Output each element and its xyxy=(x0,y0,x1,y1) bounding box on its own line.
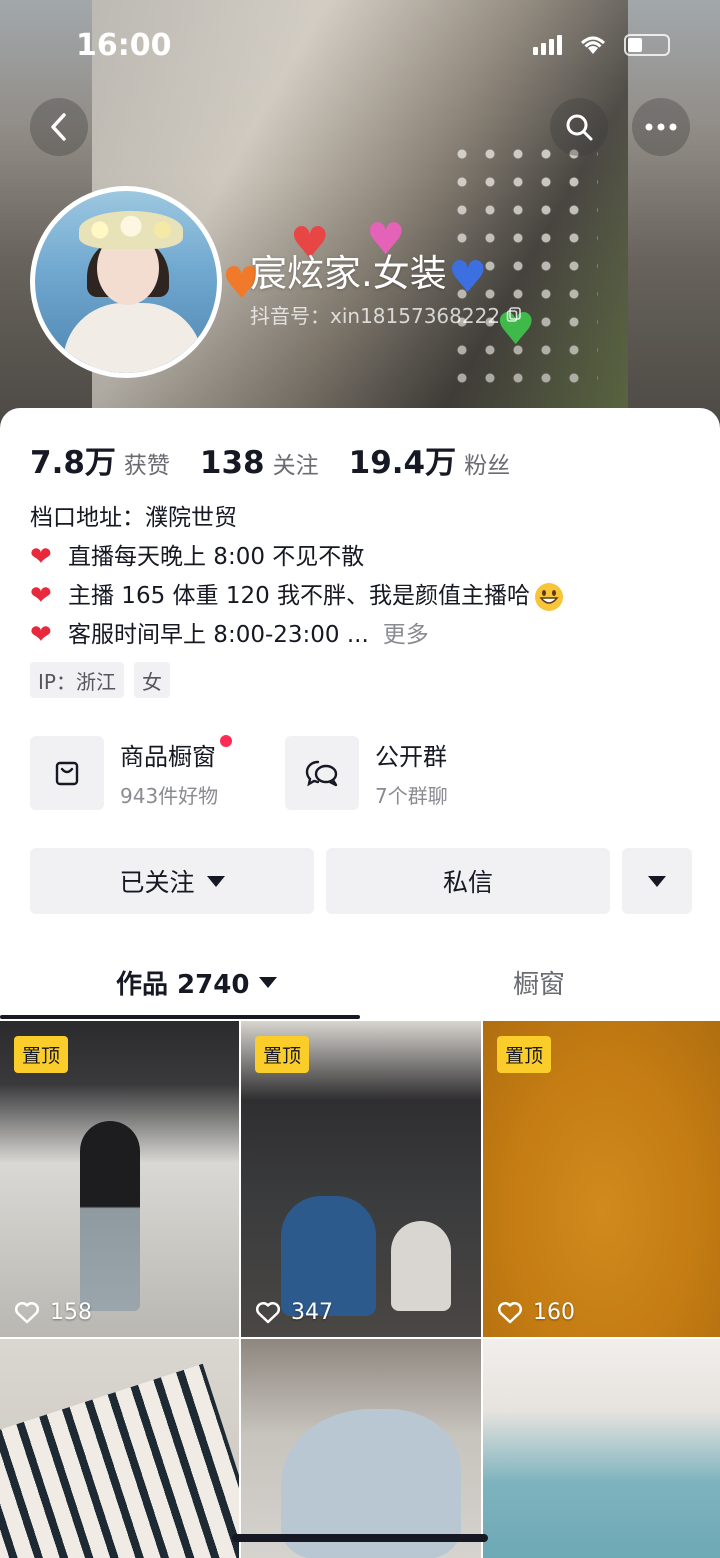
caret-down-icon xyxy=(259,977,278,988)
profile-tags: IP：浙江 女 xyxy=(30,662,170,698)
tab-works[interactable]: 作品 2740 xyxy=(116,964,278,1001)
public-group-entry[interactable]: 公开群 7个群聊 xyxy=(285,736,540,810)
tab-shop-window[interactable]: 橱窗 xyxy=(513,964,565,1001)
signal-icon xyxy=(533,35,562,55)
message-label: 私信 xyxy=(442,868,493,897)
pinned-badge: 置顶 xyxy=(14,1036,69,1073)
profile-name: 宸炫家.女装 xyxy=(250,252,447,295)
gender-tag: 女 xyxy=(133,662,170,698)
action-buttons: 已关注 私信 xyxy=(30,848,692,914)
content-tabs: 作品 2740 橱窗 xyxy=(0,950,720,1020)
status-time: 16:00 xyxy=(76,28,172,63)
bio-line: ❤ 直播每天晚上 8:00 不见不散 xyxy=(30,538,564,577)
likes-stat[interactable]: 7.8万 获赞 xyxy=(30,437,170,482)
video-likes: 158 xyxy=(14,1300,92,1325)
video-thumbnail[interactable] xyxy=(0,1339,239,1558)
shop-window-entry[interactable]: 商品橱窗 943件好物 xyxy=(30,735,285,810)
search-icon xyxy=(566,114,593,141)
followers-count: 19.4万 xyxy=(348,445,457,481)
video-likes: 160 xyxy=(497,1300,575,1325)
bio[interactable]: 档口地址：濮院世贸 ❤ 直播每天晚上 8:00 不见不散 ❤ 主播 165 体重 1… xyxy=(30,499,564,655)
wifi-icon xyxy=(580,36,606,54)
video-thumbnail[interactable] xyxy=(483,1339,720,1558)
video-likes-count: 160 xyxy=(533,1300,575,1325)
following-stat[interactable]: 138 关注 xyxy=(200,445,319,481)
video-grid: 置顶 158 置顶 347 置顶 160 xyxy=(0,1021,720,1558)
grinning-face-icon xyxy=(535,582,564,611)
bio-service-hours: 客服时间早上 8:00-23:00 ... xyxy=(68,622,369,648)
public-group-count: 7个群聊 xyxy=(375,784,448,808)
followed-label: 已关注 xyxy=(119,868,195,897)
copy-icon[interactable] xyxy=(506,306,522,323)
avatar[interactable] xyxy=(30,186,222,378)
home-indicator[interactable] xyxy=(232,1534,488,1542)
red-heart-icon: ❤ xyxy=(30,542,52,572)
caret-down-icon xyxy=(648,875,666,887)
video-likes-count: 158 xyxy=(50,1300,92,1325)
message-button[interactable]: 私信 xyxy=(326,848,610,914)
heart-outline-icon xyxy=(497,1301,523,1323)
caret-down-icon xyxy=(206,875,225,887)
profile-stats: 7.8万 获赞 138 关注 19.4万 粉丝 xyxy=(30,437,540,482)
video-likes: 347 xyxy=(255,1300,333,1325)
heart-outline-icon xyxy=(255,1301,281,1323)
notification-dot xyxy=(220,735,233,747)
blue-heart-icon: ♥ xyxy=(448,252,488,303)
shop-window-count: 943件好物 xyxy=(120,784,219,808)
tab-works-label: 作品 2740 xyxy=(116,970,250,1000)
video-likes-count: 347 xyxy=(291,1300,333,1325)
bio-line: ❤ 客服时间早上 8:00-23:00 ... 更多 xyxy=(30,616,564,655)
ip-location-tag: IP：浙江 xyxy=(30,662,124,698)
back-button[interactable] xyxy=(30,98,88,156)
chevron-left-icon xyxy=(51,113,66,141)
video-thumbnail[interactable]: 置顶 158 xyxy=(0,1021,239,1337)
followers-label: 粉丝 xyxy=(464,453,511,479)
bio-host-info: 主播 165 体重 120 我不胖、我是颜值主播哈 xyxy=(68,583,531,609)
search-button[interactable] xyxy=(550,98,608,156)
likes-label: 获赞 xyxy=(123,453,170,479)
status-icons xyxy=(533,34,670,56)
battery-icon xyxy=(624,34,670,56)
active-tab-indicator xyxy=(0,1015,360,1019)
bio-line: 档口地址：濮院世贸 xyxy=(30,499,564,538)
bio-address: 档口地址：濮院世贸 xyxy=(30,505,237,531)
red-heart-icon: ❤ xyxy=(30,581,52,611)
more-actions-button[interactable] xyxy=(622,848,692,914)
video-thumbnail[interactable]: 置顶 160 xyxy=(483,1021,720,1337)
heart-outline-icon xyxy=(14,1301,40,1323)
bio-more-link[interactable]: 更多 xyxy=(383,616,429,655)
followers-stat[interactable]: 19.4万 粉丝 xyxy=(349,437,511,482)
group-chat-icon xyxy=(285,736,359,810)
more-dots-icon xyxy=(645,123,677,131)
profile-entries: 商品橱窗 943件好物 公开群 7个群聊 xyxy=(30,735,540,810)
douyin-id[interactable]: 抖音号：xin18157368222 xyxy=(250,300,522,329)
bio-line: ❤ 主播 165 体重 120 我不胖、我是颜值主播哈 xyxy=(30,577,564,616)
douyin-id-text: 抖音号：xin18157368222 xyxy=(250,304,501,328)
following-label: 关注 xyxy=(272,453,319,479)
video-thumbnail[interactable] xyxy=(241,1339,481,1558)
red-heart-icon: ❤ xyxy=(30,620,52,650)
shopping-bag-icon xyxy=(30,736,104,810)
more-options-button[interactable] xyxy=(632,98,690,156)
profile-header: 16:00 ♥ ♥ ♥ ♥ ♥ 宸炫家.女装 抖音号：xin1815736822… xyxy=(0,0,720,430)
shop-window-title: 商品橱窗 xyxy=(120,735,233,772)
video-thumbnail[interactable]: 置顶 347 xyxy=(241,1021,481,1337)
pinned-badge: 置顶 xyxy=(497,1036,552,1073)
bio-live-schedule: 直播每天晚上 8:00 不见不散 xyxy=(68,544,365,570)
following-count: 138 xyxy=(199,445,265,481)
pinned-badge: 置顶 xyxy=(255,1036,310,1073)
followed-button[interactable]: 已关注 xyxy=(30,848,314,914)
public-group-title: 公开群 xyxy=(375,743,447,771)
likes-count: 7.8万 xyxy=(30,445,116,481)
